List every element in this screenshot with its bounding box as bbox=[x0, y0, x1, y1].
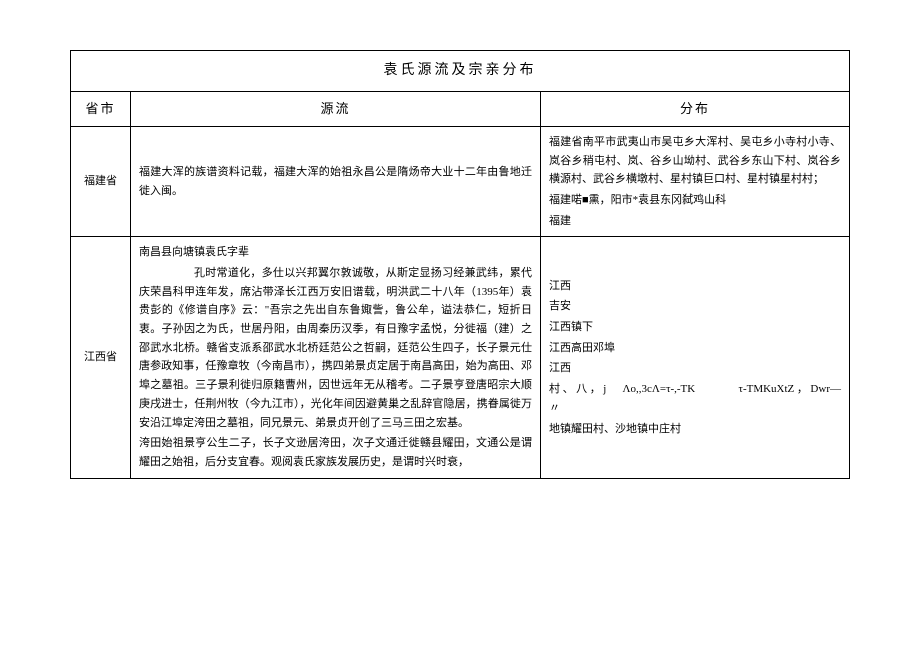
table-title: 袁氏源流及宗亲分布 bbox=[71, 51, 850, 92]
header-row: 省市 源流 分布 bbox=[71, 91, 850, 126]
distribution-text: 吉安 bbox=[549, 297, 841, 316]
header-distribution: 分布 bbox=[541, 91, 850, 126]
genealogy-table: 袁氏源流及宗亲分布 省市 源流 分布 福建省 福建大浑的族谱资料记载，福建大浑的… bbox=[70, 50, 850, 479]
table-row: 福建省 福建大浑的族谱资料记载，福建大浑的始祖永昌公是隋炀帝大业十二年由鲁地迁徙… bbox=[71, 126, 850, 236]
distribution-cell: 福建省南平市武夷山市吴屯乡大浑村、吴屯乡小寺村小寺、岚谷乡稍屯村、岚、谷乡山坳村… bbox=[541, 126, 850, 236]
distribution-text: 江西 bbox=[549, 277, 841, 296]
distribution-text: 地镇耀田村、沙地镇中庄村 bbox=[549, 420, 841, 439]
title-row: 袁氏源流及宗亲分布 bbox=[71, 51, 850, 92]
origin-text: 洿田始祖景亨公生二子，长子文逊居洿田，次子文通迁徙赣县耀田，文通公是谓耀田之始祖… bbox=[139, 434, 532, 471]
table-row: 江西省 南昌县向塘镇袁氏字辈 孔时常道化，多仕以兴邦翼尔敦诚敬，从斯定显扬习经兼… bbox=[71, 237, 850, 478]
distribution-text: 江西 bbox=[549, 359, 841, 378]
distribution-text: 福建 bbox=[549, 212, 841, 231]
origin-text: 孔时常道化，多仕以兴邦翼尔敦诚敬，从斯定显扬习经兼武纬，累代庆荣昌科甲连年发，席… bbox=[139, 264, 532, 432]
origin-cell: 南昌县向塘镇袁氏字辈 孔时常道化，多仕以兴邦翼尔敦诚敬，从斯定显扬习经兼武纬，累… bbox=[131, 237, 541, 478]
distribution-text: 福建喏■熏，阳市*袁县东冈弑鸡山科 bbox=[549, 191, 841, 210]
distribution-text: 江西高田邓埠 bbox=[549, 339, 841, 358]
distribution-text: 村、八，j Λo,,3cΛ=τ-,-TK τ-TMKuXtZ，Dwr— 〃 bbox=[549, 380, 841, 417]
header-origin: 源流 bbox=[131, 91, 541, 126]
distribution-text: 江西镇下 bbox=[549, 318, 841, 337]
header-province: 省市 bbox=[71, 91, 131, 126]
origin-cell: 福建大浑的族谱资料记载，福建大浑的始祖永昌公是隋炀帝大业十二年由鲁地迁徙入闽。 bbox=[131, 126, 541, 236]
province-cell: 福建省 bbox=[71, 126, 131, 236]
distribution-text: 福建省南平市武夷山市吴屯乡大浑村、吴屯乡小寺村小寺、岚谷乡稍屯村、岚、谷乡山坳村… bbox=[549, 133, 841, 189]
distribution-cell: 江西 吉安 江西镇下 江西高田邓埠 江西 村、八，j Λo,,3cΛ=τ-,-T… bbox=[541, 237, 850, 478]
origin-text: 福建大浑的族谱资料记载，福建大浑的始祖永昌公是隋炀帝大业十二年由鲁地迁徙入闽。 bbox=[139, 163, 532, 200]
province-cell: 江西省 bbox=[71, 237, 131, 478]
origin-text: 南昌县向塘镇袁氏字辈 bbox=[139, 243, 532, 262]
